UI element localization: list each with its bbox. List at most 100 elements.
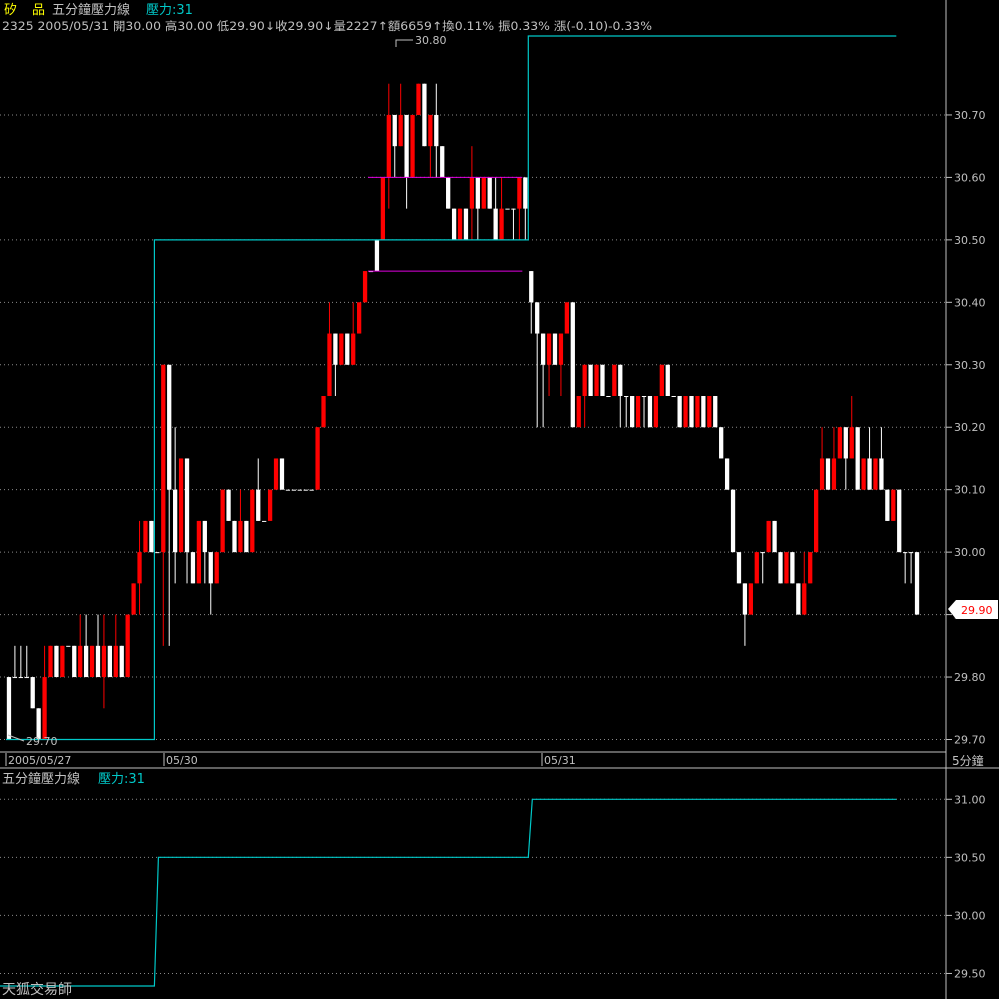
high-label: 30.80 <box>415 34 447 47</box>
period-label: 5分鐘 <box>952 753 984 768</box>
high-marker-leader <box>395 39 413 47</box>
last-price-label: 29.90 <box>961 604 993 617</box>
candle <box>48 645 53 678</box>
candle <box>178 458 184 553</box>
candle <box>380 177 386 240</box>
candle <box>125 614 130 678</box>
candle <box>238 489 243 553</box>
candle <box>564 302 570 334</box>
candle <box>653 396 659 428</box>
candle <box>303 489 308 491</box>
candle <box>790 552 795 584</box>
x-label-0: 2005/05/27 <box>8 754 71 767</box>
candle <box>220 489 225 553</box>
candle <box>30 677 35 709</box>
candle <box>83 614 89 678</box>
y-tick-label-upper: 29.70 <box>954 734 986 747</box>
watermark-text: 天狐交易師 <box>2 981 72 998</box>
candle <box>641 396 647 428</box>
y-tick-label-upper: 29.80 <box>954 671 986 684</box>
candle <box>113 614 118 678</box>
stock-name-part1: 矽 <box>4 3 17 18</box>
candle <box>434 83 439 178</box>
stock-name-part2: 品 <box>32 3 45 18</box>
candle <box>588 364 593 396</box>
candle <box>754 552 759 584</box>
candle <box>297 489 302 491</box>
candle <box>119 645 124 678</box>
y-tick-label-upper: 30.20 <box>954 421 986 434</box>
candle <box>873 458 878 490</box>
candle <box>149 520 154 553</box>
candle <box>903 552 908 584</box>
candle <box>825 458 831 490</box>
candle <box>78 614 83 678</box>
candle <box>683 396 688 428</box>
candle <box>143 520 148 553</box>
candle <box>273 458 279 490</box>
candle <box>760 552 765 584</box>
quote-line: 2325 2005/05/31 開30.00 高30.00 低29.90↓收29… <box>2 19 652 33</box>
candle <box>879 427 884 490</box>
candle <box>612 364 617 396</box>
candle <box>647 396 653 428</box>
candle <box>457 208 463 240</box>
candle <box>18 645 23 679</box>
candle <box>552 333 558 365</box>
y-tick-label-lower: 30.50 <box>954 851 986 864</box>
candle <box>208 552 213 615</box>
candle <box>891 489 896 521</box>
lower-resistance-line <box>0 798 897 987</box>
candle <box>523 177 528 240</box>
candle <box>659 364 664 396</box>
y-tick-label-lower: 30.00 <box>954 909 986 922</box>
upper-grid: 30.70 30.60 30.50 30.40 30.30 30.20 30.10 30.00… <box>0 109 986 747</box>
candle <box>594 364 599 396</box>
candle <box>475 177 480 240</box>
candle <box>250 489 255 553</box>
low-label: 29.70 <box>26 735 58 748</box>
candle <box>582 364 587 428</box>
candle <box>398 83 403 147</box>
candle <box>861 458 866 490</box>
y-tick-label-upper: 30.60 <box>954 171 986 184</box>
candle <box>511 208 516 240</box>
candle <box>131 583 136 615</box>
candle <box>410 114 415 178</box>
candle <box>54 645 59 678</box>
candle <box>190 552 196 584</box>
candle <box>315 427 320 490</box>
candle <box>831 427 837 490</box>
candle <box>226 489 231 521</box>
candle <box>600 364 605 396</box>
candle <box>843 427 848 490</box>
candle <box>89 645 95 678</box>
candle <box>819 427 825 490</box>
candle <box>107 645 113 678</box>
candle <box>487 177 492 209</box>
candle <box>493 177 498 240</box>
candle <box>339 333 344 365</box>
candle <box>451 208 457 240</box>
candle <box>362 271 368 303</box>
study-value: 壓力:31 <box>146 3 193 18</box>
candle <box>428 114 433 178</box>
candle <box>42 645 47 740</box>
y-tick-label-upper: 30.10 <box>954 484 986 497</box>
candle <box>262 520 267 522</box>
chart-canvas: 30.70 30.60 30.50 30.40 30.30 30.20 30.10 30.00… <box>0 0 999 999</box>
candle <box>677 396 682 428</box>
candle <box>446 177 451 209</box>
candle <box>606 396 611 397</box>
candle <box>24 645 29 679</box>
candle <box>256 458 261 521</box>
candle <box>766 520 771 553</box>
candle <box>155 552 160 554</box>
candle <box>333 333 338 396</box>
candle <box>374 239 380 272</box>
candle <box>885 489 890 521</box>
candle <box>463 208 469 240</box>
candle <box>540 333 546 428</box>
candle <box>356 302 362 334</box>
candle <box>635 396 641 428</box>
